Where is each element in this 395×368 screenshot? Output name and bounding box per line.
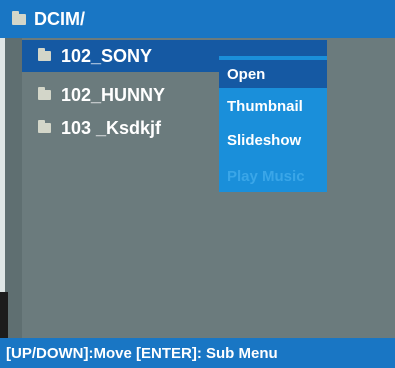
- menu-item-open[interactable]: Open: [219, 60, 327, 88]
- menu-item-play-music: Play Music: [227, 167, 305, 185]
- folder-label: 102_HUNNY: [61, 84, 166, 105]
- key-hint: [UP/DOWN]:Move [ENTER]: Sub Menu: [6, 344, 278, 362]
- header-bar: DCIM/: [0, 0, 395, 38]
- folder-icon: [38, 87, 51, 100]
- current-path: DCIM/: [34, 8, 85, 29]
- folder-icon: [38, 120, 51, 133]
- folder-label: 102_SONY: [61, 45, 153, 66]
- menu-item-thumbnail[interactable]: Thumbnail: [219, 92, 327, 120]
- sub-menu: Open Thumbnail Slideshow Play Music: [219, 56, 327, 192]
- folder-icon: [12, 10, 26, 25]
- folder-label: 103 _Ksdkjf: [61, 117, 162, 138]
- folder-icon: [38, 48, 51, 61]
- file-browser-screen: DCIM/ 102_SONY 102_HUNNY 103 _Ksdkjf Ope…: [0, 0, 395, 368]
- left-edge-dark: [0, 292, 8, 338]
- footer-bar: [UP/DOWN]:Move [ENTER]: Sub Menu: [0, 338, 395, 368]
- menu-item-slideshow[interactable]: Slideshow: [219, 126, 327, 154]
